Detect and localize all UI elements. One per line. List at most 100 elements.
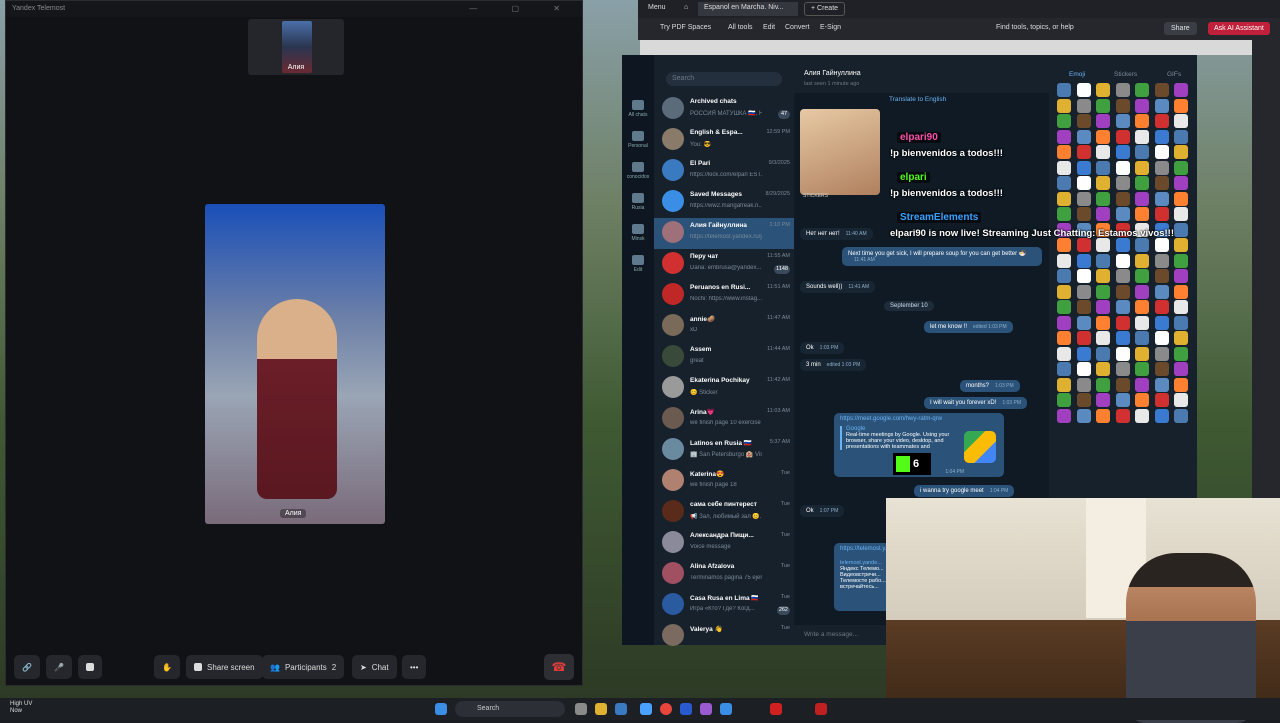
emoji-cell[interactable] xyxy=(1057,269,1071,283)
windows-start-icon[interactable] xyxy=(435,703,447,715)
emoji-cell[interactable] xyxy=(1076,377,1091,392)
chat-list-item[interactable]: Katerina😍 we finish page 18 Tue xyxy=(654,466,794,497)
taskbar-search[interactable]: Search xyxy=(455,701,565,717)
emoji-cell[interactable] xyxy=(1174,300,1188,314)
folder-all-chats[interactable]: All chats xyxy=(622,100,654,118)
emoji-cell[interactable] xyxy=(1076,238,1091,252)
message-bubble[interactable]: Ok 1:07 PM xyxy=(800,505,845,517)
emoji-cell[interactable] xyxy=(1154,408,1169,423)
telegram-icon[interactable] xyxy=(720,703,732,715)
emoji-cell[interactable] xyxy=(1096,331,1110,345)
chat-list-item[interactable]: Archived chats РОССИЯ МАТУШКА 🇷🇺, Н... 47 xyxy=(654,94,794,125)
file-explorer-icon[interactable] xyxy=(595,703,607,715)
emoji-cell[interactable] xyxy=(1174,269,1188,283)
emoji-cell[interactable] xyxy=(1076,191,1091,206)
emoji-cell[interactable] xyxy=(1174,346,1188,361)
emoji-cell[interactable] xyxy=(1076,145,1091,159)
emoji-cell[interactable] xyxy=(1096,176,1110,190)
emoji-cell[interactable] xyxy=(1076,269,1091,283)
chat-list-item[interactable]: Алия Гайнуллина https://telemost.yandex.r… xyxy=(654,218,794,249)
emoji-cell[interactable] xyxy=(1154,393,1169,407)
emoji-cell[interactable] xyxy=(1154,300,1169,314)
emoji-cell[interactable] xyxy=(1174,377,1188,392)
emoji-cell[interactable] xyxy=(1076,160,1091,175)
emoji-cell[interactable] xyxy=(1057,238,1071,252)
message-bubble[interactable]: i wanna try google meet 1:04 PM xyxy=(914,485,1015,497)
emoji-cell[interactable] xyxy=(1096,393,1110,407)
raise-hand-button[interactable]: ✋ xyxy=(154,655,180,679)
emoji-cell[interactable] xyxy=(1154,238,1169,252)
emoji-cell[interactable] xyxy=(1154,253,1169,268)
emoji-cell[interactable] xyxy=(1115,315,1130,330)
emoji-cell[interactable] xyxy=(1057,98,1071,113)
emoji-cell[interactable] xyxy=(1154,207,1169,221)
chat-list-item[interactable]: Valerya 👋 Tue xyxy=(654,621,794,652)
emoji-cell[interactable] xyxy=(1057,315,1071,330)
emoji-cell[interactable] xyxy=(1174,114,1188,128)
acrobat-icon[interactable] xyxy=(770,703,782,715)
emoji-cell[interactable] xyxy=(1174,145,1188,159)
emoji-cell[interactable] xyxy=(1096,129,1110,144)
message-bubble[interactable]: Sounds well)) 11:41 AM xyxy=(800,281,876,293)
emoji-cell[interactable] xyxy=(1057,253,1071,268)
emoji-cell[interactable] xyxy=(1135,377,1149,392)
emoji-cell[interactable] xyxy=(1096,145,1110,159)
chat-list-item[interactable]: Ekaterina Pochikay 😊 Sticker 11:42 AM xyxy=(654,373,794,404)
link-button[interactable]: 🔗 xyxy=(14,655,40,679)
document-tab[interactable]: Espanol en Marcha. Niv... xyxy=(698,2,798,16)
emoji-cell[interactable] xyxy=(1135,238,1149,252)
telemost-link-message[interactable]: https://telemost.y... telemost.yande... … xyxy=(834,543,894,611)
emoji-cell[interactable] xyxy=(1057,331,1071,345)
folder-conocidos[interactable]: conocidos xyxy=(622,162,654,180)
tab-stickers[interactable]: Stickers xyxy=(1114,71,1137,78)
chat-list-item[interactable]: Александра Пищи... Voice message Tue xyxy=(654,528,794,559)
emoji-cell[interactable] xyxy=(1115,207,1130,221)
tool-all-tools[interactable]: All tools xyxy=(728,24,753,31)
emoji-cell[interactable] xyxy=(1174,393,1188,407)
emoji-cell[interactable] xyxy=(1135,346,1149,361)
emoji-cell[interactable] xyxy=(1135,362,1149,376)
emoji-cell[interactable] xyxy=(1115,145,1130,159)
chat-list-item[interactable]: сама себе пинтерест 📢 Зал, любимый зал 😊.… xyxy=(654,497,794,528)
emoji-cell[interactable] xyxy=(1096,269,1110,283)
folder-edit[interactable]: Edit xyxy=(622,255,654,273)
emoji-cell[interactable] xyxy=(1096,83,1110,97)
emoji-cell[interactable] xyxy=(1135,315,1149,330)
pdf-app-icon[interactable] xyxy=(815,703,827,715)
emoji-cell[interactable] xyxy=(1076,331,1091,345)
emoji-cell[interactable] xyxy=(1057,176,1071,190)
emoji-cell[interactable] xyxy=(1115,300,1130,314)
chat-list-item[interactable]: Alina Afzalova Terminamos página 75 ejerc… xyxy=(654,559,794,590)
chrome-icon[interactable] xyxy=(660,703,672,715)
emoji-cell[interactable] xyxy=(1174,331,1188,345)
emoji-cell[interactable] xyxy=(1096,207,1110,221)
search-input[interactable]: Search xyxy=(666,72,782,86)
emoji-cell[interactable] xyxy=(1057,114,1071,128)
conversation-title[interactable]: Алия Гайнуллина xyxy=(804,70,861,77)
emoji-cell[interactable] xyxy=(1115,129,1130,144)
tool-esign[interactable]: E-Sign xyxy=(820,24,841,31)
emoji-cell[interactable] xyxy=(1135,253,1149,268)
ai-assistant-button[interactable]: Ask AI Assistant xyxy=(1208,22,1270,35)
emoji-cell[interactable] xyxy=(1174,207,1188,221)
emoji-cell[interactable] xyxy=(1096,315,1110,330)
message-bubble[interactable]: Next time you get sick, I will prepare s… xyxy=(842,247,1042,266)
emoji-cell[interactable] xyxy=(1174,222,1188,237)
chat-list-item[interactable]: Peruanos en Rusi... Nochi: https://www.in… xyxy=(654,280,794,311)
emoji-cell[interactable] xyxy=(1057,207,1071,221)
emoji-cell[interactable] xyxy=(1154,191,1169,206)
home-icon[interactable]: ⌂ xyxy=(678,2,694,16)
emoji-cell[interactable] xyxy=(1096,114,1110,128)
emoji-cell[interactable] xyxy=(1115,176,1130,190)
emoji-cell[interactable] xyxy=(1154,114,1169,128)
participants-button[interactable]: 👥 Participants 2 xyxy=(262,655,345,679)
emoji-cell[interactable] xyxy=(1115,346,1130,361)
emoji-cell[interactable] xyxy=(1154,315,1169,330)
emoji-cell[interactable] xyxy=(1115,377,1130,392)
message-bubble[interactable]: months? 1:03 PM xyxy=(960,380,1020,392)
mic-button[interactable]: 🎤 xyxy=(46,655,72,679)
emoji-cell[interactable] xyxy=(1154,160,1169,175)
emoji-cell[interactable] xyxy=(1057,362,1071,376)
link-url[interactable]: https://telemost.y... xyxy=(840,546,890,552)
message-bubble[interactable]: I will wait you forever xD! 1:03 PM xyxy=(924,397,1027,409)
